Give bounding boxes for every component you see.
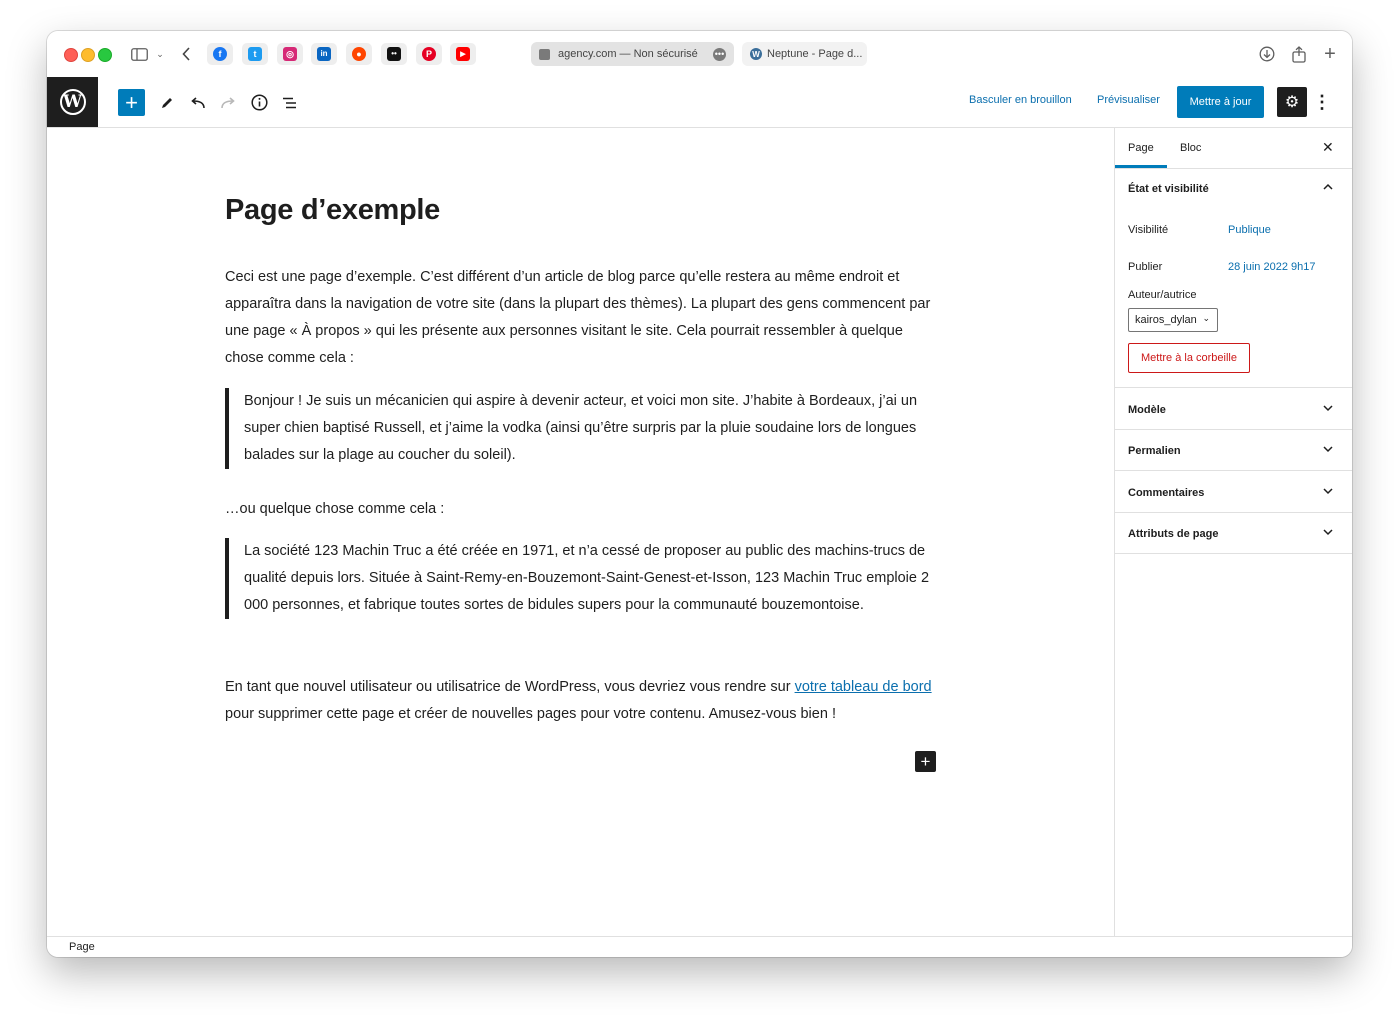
site-favicon-icon (539, 48, 550, 60)
visibility-label: Visibilité (1128, 224, 1169, 236)
bookmark-reddit[interactable]: ● (346, 43, 372, 65)
quote-block-1[interactable]: Bonjour ! Je suis un mécanicien qui aspi… (225, 388, 940, 469)
bookmark-facebook[interactable]: f (207, 43, 233, 65)
minimize-window-button[interactable] (81, 48, 95, 62)
preview-button[interactable]: Prévisualiser (1097, 94, 1160, 106)
settings-sidebar: Page Bloc ✕ État et visibilité Visibilit… (1114, 128, 1352, 936)
zoom-window-button[interactable] (98, 48, 112, 62)
chevron-down-icon (1323, 446, 1333, 453)
outro-text-before: En tant que nouvel utilisateur ou utilis… (225, 679, 795, 695)
flickr-icon: •• (387, 47, 401, 61)
browser-toolbar: ⌄ f t ◎ in ● •• P ▶ agency.com — Non séc… (47, 31, 1352, 77)
block-inserter-button[interactable]: + (118, 89, 145, 116)
wordpress-icon: W (59, 89, 86, 115)
switch-to-draft-button[interactable]: Basculer en brouillon (969, 94, 1072, 106)
divider (1115, 470, 1352, 471)
bookmark-pinterest[interactable]: P (416, 43, 442, 65)
divider (1115, 512, 1352, 513)
browser-window: ⌄ f t ◎ in ● •• P ▶ agency.com — Non séc… (47, 31, 1352, 957)
chevron-down-icon (1323, 405, 1333, 412)
panel-title: Attributs de page (1128, 528, 1219, 540)
divider (1115, 553, 1352, 554)
back-icon[interactable] (178, 43, 194, 65)
chevron-down-icon (1323, 529, 1333, 536)
wordpress-favicon-icon: W (750, 48, 762, 60)
visibility-toggle[interactable]: Publique (1228, 224, 1271, 236)
chevron-down-icon: ⌄ (1202, 313, 1210, 323)
info-icon[interactable] (247, 89, 271, 116)
panel-title: Modèle (1128, 404, 1166, 416)
outro-text-after: pour supprimer cette page et créer de no… (225, 706, 836, 722)
chevron-down-icon (1323, 488, 1333, 495)
new-tab-icon[interactable]: + (1321, 43, 1339, 65)
chevron-up-icon (1323, 183, 1333, 190)
panel-title: Commentaires (1128, 487, 1205, 499)
paragraph-outro[interactable]: En tant que nouvel utilisateur ou utilis… (225, 674, 940, 728)
facebook-icon: f (213, 47, 227, 61)
tab-active[interactable]: agency.com — Non sécurisé ••• (531, 42, 734, 66)
paragraph-intro[interactable]: Ceci est une page d’exemple. C’est diffé… (225, 264, 940, 372)
active-tab-indicator (1115, 165, 1167, 168)
author-value: kairos_dylan (1135, 314, 1197, 326)
editor-header: W + Basculer en brouillon Prévisualiser … (47, 77, 1352, 128)
paragraph-middle[interactable]: …ou quelque chose comme cela : (225, 496, 940, 523)
twitter-icon: t (248, 47, 262, 61)
move-to-trash-button[interactable]: Mettre à la corbeille (1128, 343, 1250, 373)
bookmark-flickr[interactable]: •• (381, 43, 407, 65)
editor-canvas: Page d’exemple Ceci est une page d’exemp… (47, 128, 1114, 936)
breadcrumb-page[interactable]: Page (69, 941, 95, 953)
publish-label: Publier (1128, 261, 1163, 273)
reddit-icon: ● (352, 47, 366, 61)
tab-url: agency.com — Non sécurisé (558, 48, 698, 60)
tab-neptune[interactable]: W Neptune - Page d... (742, 42, 867, 66)
panel-title: Permalien (1128, 445, 1181, 457)
edit-tool-icon[interactable] (155, 89, 179, 116)
update-button[interactable]: Mettre à jour (1177, 86, 1264, 118)
sidebar-tabs: Page Bloc ✕ (1115, 128, 1352, 169)
post-title[interactable]: Page d’exemple (225, 194, 440, 227)
linkedin-icon: in (317, 47, 331, 61)
close-window-button[interactable] (64, 48, 78, 62)
panel-title: État et visibilité (1128, 183, 1209, 195)
more-options-icon[interactable]: ⋮ (1313, 89, 1331, 116)
youtube-icon: ▶ (456, 47, 470, 61)
tab-page[interactable]: Page (1128, 142, 1154, 154)
block-breadcrumb-bar: Page (47, 936, 1352, 957)
chevron-down-icon[interactable]: ⌄ (153, 43, 167, 65)
close-sidebar-icon[interactable]: ✕ (1322, 139, 1334, 156)
page-menu-icon[interactable]: ••• (713, 47, 726, 61)
undo-icon[interactable] (186, 89, 210, 116)
list-view-icon[interactable] (278, 89, 302, 116)
share-icon[interactable] (1290, 43, 1308, 65)
bookmark-youtube[interactable]: ▶ (450, 43, 476, 65)
instagram-icon: ◎ (283, 47, 297, 61)
downloads-icon[interactable] (1258, 43, 1276, 65)
bookmark-linkedin[interactable]: in (311, 43, 337, 65)
tab-block[interactable]: Bloc (1180, 142, 1201, 154)
wordpress-logo-button[interactable]: W (47, 77, 98, 127)
settings-button[interactable]: ⚙ (1277, 87, 1307, 117)
author-label: Auteur/autrice (1128, 289, 1197, 301)
publish-date-toggle[interactable]: 28 juin 2022 9h17 (1228, 261, 1315, 273)
dashboard-link[interactable]: votre tableau de bord (795, 679, 932, 695)
divider (1115, 429, 1352, 430)
divider (1115, 387, 1352, 388)
sidebar-toggle-icon[interactable] (129, 43, 149, 65)
inline-block-inserter-button[interactable]: + (915, 751, 936, 772)
quote-block-2[interactable]: La société 123 Machin Truc a été créée e… (225, 538, 940, 619)
gear-icon: ⚙ (1284, 94, 1300, 111)
bookmark-instagram[interactable]: ◎ (277, 43, 303, 65)
author-select[interactable]: kairos_dylan ⌄ (1128, 308, 1218, 332)
pinterest-icon: P (422, 47, 436, 61)
tab-title: Neptune - Page d... (767, 48, 863, 60)
bookmark-twitter[interactable]: t (242, 43, 268, 65)
redo-icon[interactable] (216, 89, 240, 116)
